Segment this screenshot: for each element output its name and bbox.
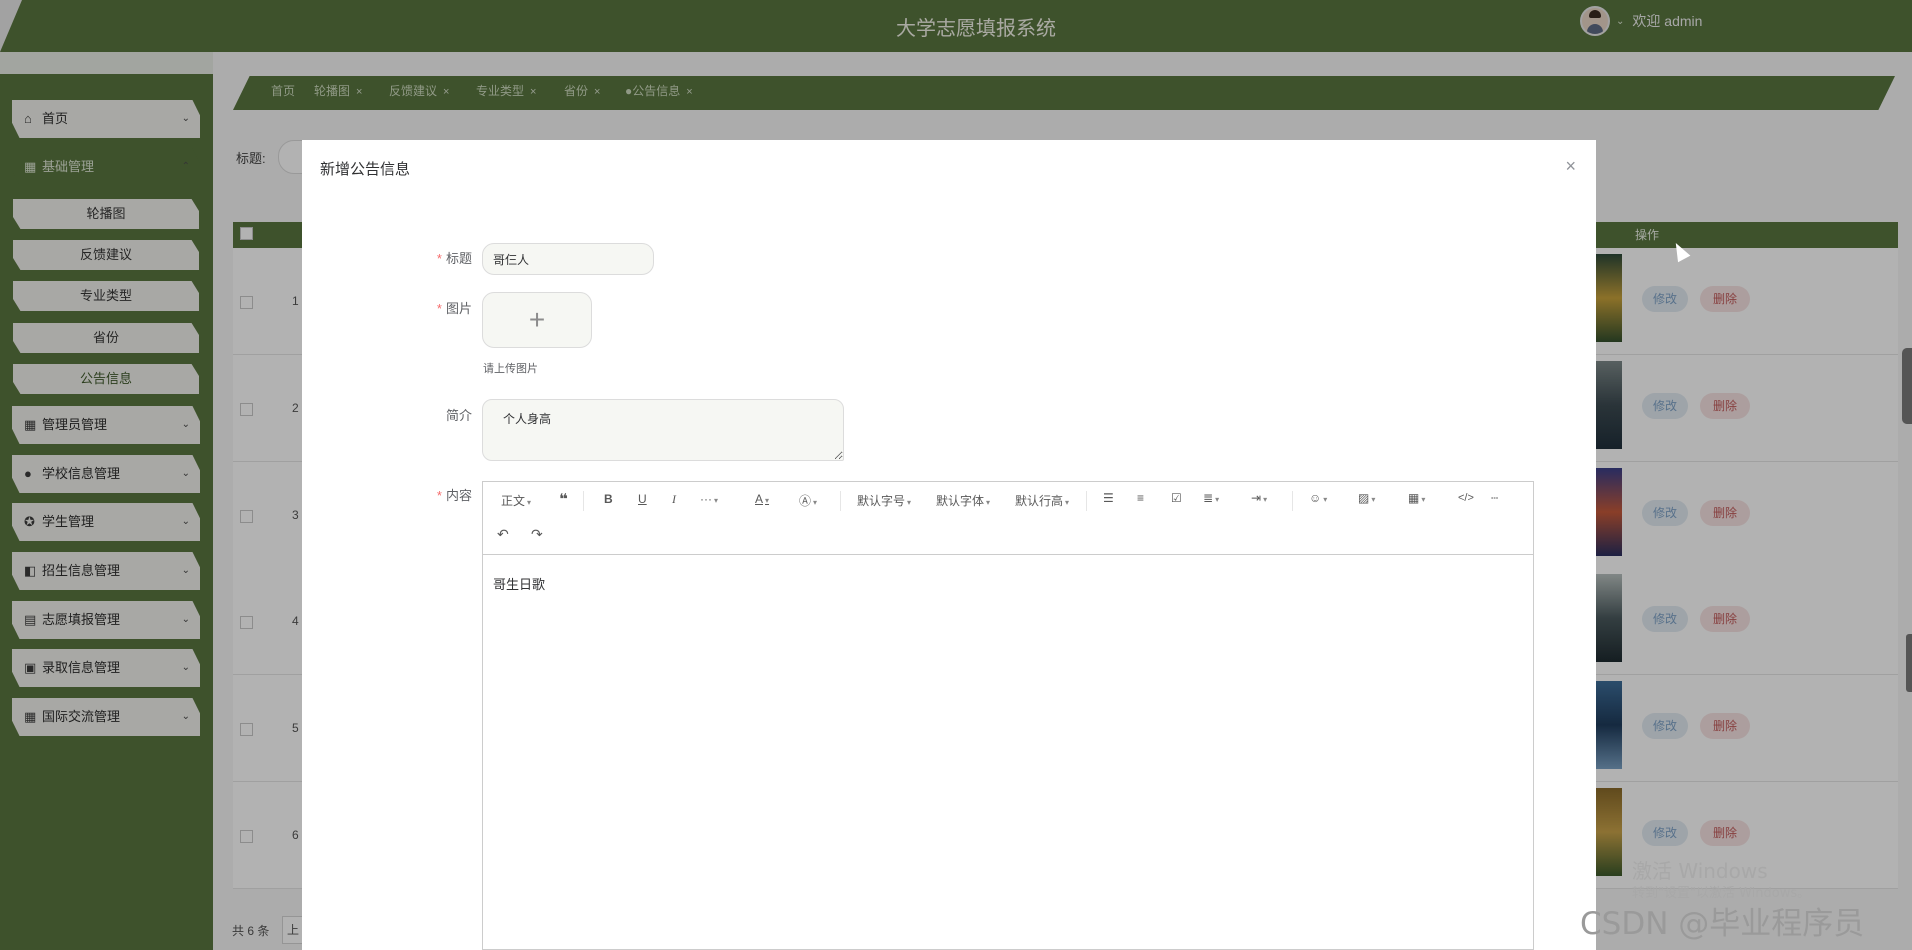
scrollbar-thumb[interactable] (1906, 634, 1912, 692)
scrollbar-thumb[interactable] (1902, 348, 1912, 424)
image-icon[interactable]: ▨ ▾ (1358, 491, 1375, 505)
underline-icon[interactable]: U (638, 492, 647, 506)
title-label: * 标题 (436, 251, 472, 266)
undo-icon[interactable]: ↶ (497, 526, 509, 543)
dialog-title: 新增公告信息 (320, 161, 411, 178)
editor-toolbar: 正文 ▾ ❝ B U I ··· ▾ A ▾ Ⓐ ▾ 默认字号 ▾ 默认字体 ▾ 默认行高 ▾… (483, 482, 1533, 555)
indent-icon[interactable]: ⇥ ▾ (1251, 491, 1267, 505)
code-icon[interactable]: </> (1458, 492, 1474, 504)
title-input[interactable] (482, 243, 654, 275)
todo-icon[interactable]: ☑ (1171, 491, 1182, 505)
intro-textarea[interactable]: 个人身高 (482, 399, 844, 461)
more-format-icon[interactable]: ··· ▾ (700, 492, 718, 506)
add-notice-dialog: 新增公告信息 × *标题 *图片 + 请上传图片 简介 个人身高 *内容 正文▾… (302, 140, 1596, 950)
toolbar-divider (583, 491, 584, 511)
table-icon[interactable]: ▦ ▾ (1408, 491, 1425, 505)
content-label: * 内容 (436, 488, 472, 503)
rich-text-editor: 正文 ▾ ❝ B U I ··· ▾ A ▾ Ⓐ ▾ 默认字号 ▾ 默认字体 ▾ 默认行高 ▾… (482, 481, 1534, 950)
line-height-select[interactable]: 默认行高 ▾ (1015, 492, 1069, 509)
italic-icon[interactable]: I (672, 492, 676, 507)
editor-content[interactable]: 哥生日歌 (493, 574, 545, 593)
toolbar-divider (840, 491, 841, 511)
font-size-select[interactable]: 默认字号 ▾ (857, 492, 911, 509)
image-upload[interactable]: + (482, 292, 592, 348)
quote-icon[interactable]: ❝ (559, 490, 568, 508)
redo-icon[interactable]: ↷ (531, 526, 543, 543)
csdn-watermark: CSDN @毕业程序员 (1580, 906, 1865, 942)
required-mark: * (436, 301, 442, 316)
divider-line-icon[interactable]: ┄ (1491, 491, 1498, 505)
background-color-icon[interactable]: Ⓐ ▾ (799, 492, 817, 509)
font-color-icon[interactable]: A ▾ (755, 492, 769, 506)
toolbar-divider (1292, 491, 1293, 511)
numbered-list-icon[interactable]: ≡ (1137, 491, 1144, 505)
bullet-list-icon[interactable]: ☰ (1103, 491, 1114, 505)
emoji-icon[interactable]: ☺ ▾ (1309, 491, 1327, 505)
font-family-select[interactable]: 默认字体 ▾ (936, 492, 990, 509)
paragraph-select[interactable]: 正文 ▾ (501, 492, 531, 509)
image-label: * 图片 (436, 301, 472, 316)
intro-label: 简介 (445, 408, 472, 423)
close-icon[interactable]: × (1565, 156, 1576, 177)
required-mark: * (436, 251, 442, 266)
bold-icon[interactable]: B (604, 492, 613, 506)
toolbar-divider (1086, 491, 1087, 511)
upload-tip: 请上传图片 (483, 363, 538, 375)
align-icon[interactable]: ≣ ▾ (1203, 491, 1219, 505)
plus-icon: + (528, 304, 546, 335)
windows-activation-watermark: 激活 Windows (1632, 859, 1768, 883)
required-mark: * (436, 488, 442, 503)
